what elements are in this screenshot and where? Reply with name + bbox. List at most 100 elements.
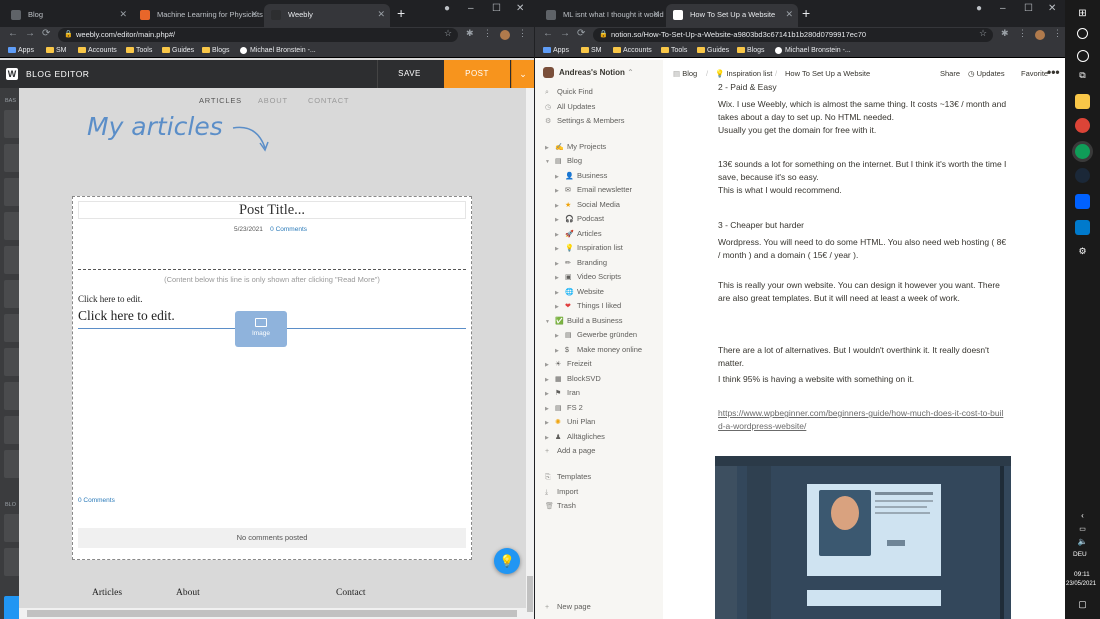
bookmark-guides[interactable]: Guides bbox=[697, 44, 729, 57]
reload-icon[interactable]: ⟳ bbox=[577, 28, 585, 39]
post-button[interactable]: POST bbox=[444, 60, 510, 88]
reload-icon[interactable]: ⟳ bbox=[42, 28, 50, 39]
horizontal-scrollbar[interactable] bbox=[19, 608, 526, 619]
sidebar-item-website[interactable]: ▶ 🌐 Website bbox=[555, 287, 604, 296]
extension-icon[interactable]: ⋮ bbox=[483, 28, 492, 39]
scroll-thumb[interactable] bbox=[27, 610, 517, 617]
sidebar-element[interactable] bbox=[4, 596, 19, 619]
sidebar-item-freizeit[interactable]: ▶ ☀ Freizeit bbox=[545, 359, 592, 368]
close-icon[interactable]: ✕ bbox=[785, 4, 793, 25]
sidebar-element[interactable] bbox=[4, 314, 19, 342]
back-icon[interactable]: ← bbox=[8, 28, 18, 39]
minimize-button[interactable]: – bbox=[1000, 3, 1006, 14]
menu-icon[interactable]: ⋮ bbox=[1053, 28, 1062, 39]
bookmark-michael-bronstein[interactable]: Michael Bronstein -... bbox=[240, 44, 316, 57]
sidebar-element[interactable] bbox=[4, 348, 19, 376]
language-indicator[interactable]: DEU bbox=[1073, 551, 1087, 558]
sidebar-item-uni-plan[interactable]: ▶ ✺ Uni Plan bbox=[545, 417, 595, 426]
extensions-icon[interactable]: ✱ bbox=[1001, 28, 1009, 39]
url-field[interactable]: 🔒 notion.so/How-To-Set-Up-a-Website-a980… bbox=[593, 28, 993, 42]
bookmark-tools[interactable]: Tools bbox=[661, 44, 687, 57]
sidebar-templates[interactable]: ⎘ Templates bbox=[545, 472, 591, 482]
heading-cheaper-harder[interactable]: 3 - Cheaper but harder bbox=[718, 219, 1008, 232]
title-placeholder[interactable]: Click here to edit. bbox=[78, 308, 175, 324]
bookmark-tools[interactable]: Tools bbox=[126, 44, 152, 57]
maximize-button[interactable]: ☐ bbox=[492, 3, 501, 14]
back-icon[interactable]: ← bbox=[543, 28, 553, 39]
avatar[interactable] bbox=[1035, 30, 1045, 40]
chrome-icon[interactable] bbox=[1075, 144, 1090, 159]
text-block[interactable]: Wordpress. You will need to do some HTML… bbox=[718, 236, 1008, 261]
sidebar-item-social-media[interactable]: ▶ ★ Social Media bbox=[555, 200, 620, 209]
scroll-thumb[interactable] bbox=[527, 576, 533, 612]
steam-icon[interactable] bbox=[1075, 168, 1090, 183]
bookmark-accounts[interactable]: Accounts bbox=[78, 44, 117, 57]
sidebar-item-gewerbe-gruenden[interactable]: ▶ ▤ Gewerbe gründen bbox=[555, 330, 637, 339]
sidebar-item-branding[interactable]: ▶ ✏ Branding bbox=[555, 258, 607, 267]
sidebar-item-alltaegliches[interactable]: ▶ ♟ Alltägliches bbox=[545, 432, 605, 441]
sidebar-item-make-money-online[interactable]: ▶ $ Make money online bbox=[555, 345, 642, 354]
sidebar-element[interactable] bbox=[4, 280, 19, 308]
sidebar-all-updates[interactable]: ◷ All Updates bbox=[545, 102, 595, 111]
clock-time[interactable]: 09:11 bbox=[1074, 571, 1090, 578]
sidebar-element[interactable] bbox=[4, 246, 19, 274]
sidebar-quick-find[interactable]: ⌕ Quick Find bbox=[545, 87, 593, 97]
chevron-down-icon[interactable]: ⌄ bbox=[511, 60, 534, 88]
text-block[interactable]: 13€ sounds a lot for something on the in… bbox=[718, 158, 1008, 183]
sidebar-item-inspiration-list[interactable]: ▶ 💡 Inspiration list bbox=[555, 243, 623, 252]
sidebar-element[interactable] bbox=[4, 110, 19, 138]
image-element-drag[interactable]: Image bbox=[235, 311, 287, 347]
paragraph-placeholder[interactable]: Click here to edit. bbox=[78, 294, 142, 304]
sidebar-item-podcast[interactable]: ▶ 🎧 Podcast bbox=[555, 214, 604, 223]
bookmark-blogs[interactable]: Blogs bbox=[202, 44, 230, 57]
lightbulb-icon[interactable]: 💡 bbox=[494, 548, 520, 574]
sidebar-element[interactable] bbox=[4, 144, 19, 172]
embedded-screenshot[interactable] bbox=[715, 456, 1011, 619]
extensions-icon[interactable]: ✱ bbox=[466, 28, 474, 39]
tab-ml-article[interactable]: ML isnt what I thought it would b ✕ bbox=[539, 4, 665, 27]
vertical-scrollbar[interactable] bbox=[526, 88, 534, 619]
bottom-comments-link[interactable]: 0 Comments bbox=[78, 497, 115, 504]
bookmark-blogs[interactable]: Blogs bbox=[737, 44, 765, 57]
more-options-icon[interactable]: ••• bbox=[1047, 65, 1060, 79]
sidebar-item-fs2[interactable]: ▶ ▤ FS 2 bbox=[545, 403, 583, 412]
close-icon[interactable]: ✕ bbox=[119, 4, 127, 25]
sidebar-item-video-scripts[interactable]: ▶ ▣ Video Scripts bbox=[555, 272, 621, 281]
comments-link[interactable]: 0 Comments bbox=[270, 226, 307, 233]
new-tab-button[interactable]: + bbox=[397, 5, 405, 21]
vscode-icon[interactable] bbox=[1075, 220, 1090, 235]
text-block[interactable]: This is really your own website. You can… bbox=[718, 279, 1008, 304]
footer-about[interactable]: About bbox=[176, 588, 200, 598]
sidebar-item-build-a-business[interactable]: ▼ ✅ Build a Business bbox=[545, 316, 622, 325]
tab-weebly[interactable]: Weebly ✕ bbox=[264, 4, 390, 27]
sidebar-element[interactable] bbox=[4, 212, 19, 240]
share-button[interactable]: Share bbox=[940, 69, 960, 78]
file-explorer-icon[interactable] bbox=[1075, 94, 1090, 109]
new-tab-button[interactable]: + bbox=[802, 5, 810, 21]
text-block[interactable]: There are a lot of alternatives. But I w… bbox=[718, 344, 1008, 369]
sidebar-element[interactable] bbox=[4, 178, 19, 206]
volume-icon[interactable]: 🔈 bbox=[1075, 534, 1090, 549]
sidebar-element[interactable] bbox=[4, 514, 19, 542]
nav-articles[interactable]: ARTICLES bbox=[199, 96, 242, 105]
workspace-switcher[interactable]: Andreas's Notion ⌃ bbox=[543, 67, 634, 78]
sidebar-element[interactable] bbox=[4, 450, 19, 478]
chrome-icon[interactable] bbox=[1075, 118, 1090, 133]
profile-icon[interactable]: ● bbox=[444, 3, 450, 14]
tab-blog[interactable]: Blog ✕ bbox=[4, 4, 132, 27]
nav-about[interactable]: ABOUT bbox=[258, 96, 288, 105]
minimize-button[interactable]: – bbox=[468, 3, 474, 14]
sidebar-item-blocksvd[interactable]: ▶ ▦ BlockSVD bbox=[545, 374, 601, 383]
breadcrumb-inspiration-list[interactable]: 💡 Inspiration list bbox=[715, 69, 772, 78]
bookmark-apps[interactable]: Apps bbox=[8, 44, 34, 57]
breadcrumb-current-page[interactable]: How To Set Up a Website bbox=[785, 69, 870, 78]
sidebar-import[interactable]: ⤓ Import bbox=[545, 487, 578, 497]
sidebar-item-articles[interactable]: ▶ 🚀 Articles bbox=[555, 229, 602, 238]
url-field[interactable]: 🔒 weebly.com/editor/main.php#/ bbox=[58, 28, 458, 42]
nav-contact[interactable]: CONTACT bbox=[308, 96, 349, 105]
text-block[interactable]: Usually you get the domain for free with… bbox=[718, 124, 1008, 137]
sidebar-settings[interactable]: ⚙ Settings & Members bbox=[545, 116, 625, 125]
close-icon[interactable]: ✕ bbox=[377, 4, 385, 25]
section-heading[interactable]: My articles bbox=[87, 112, 223, 141]
text-block[interactable]: This is what I would recommend. bbox=[718, 184, 1008, 197]
